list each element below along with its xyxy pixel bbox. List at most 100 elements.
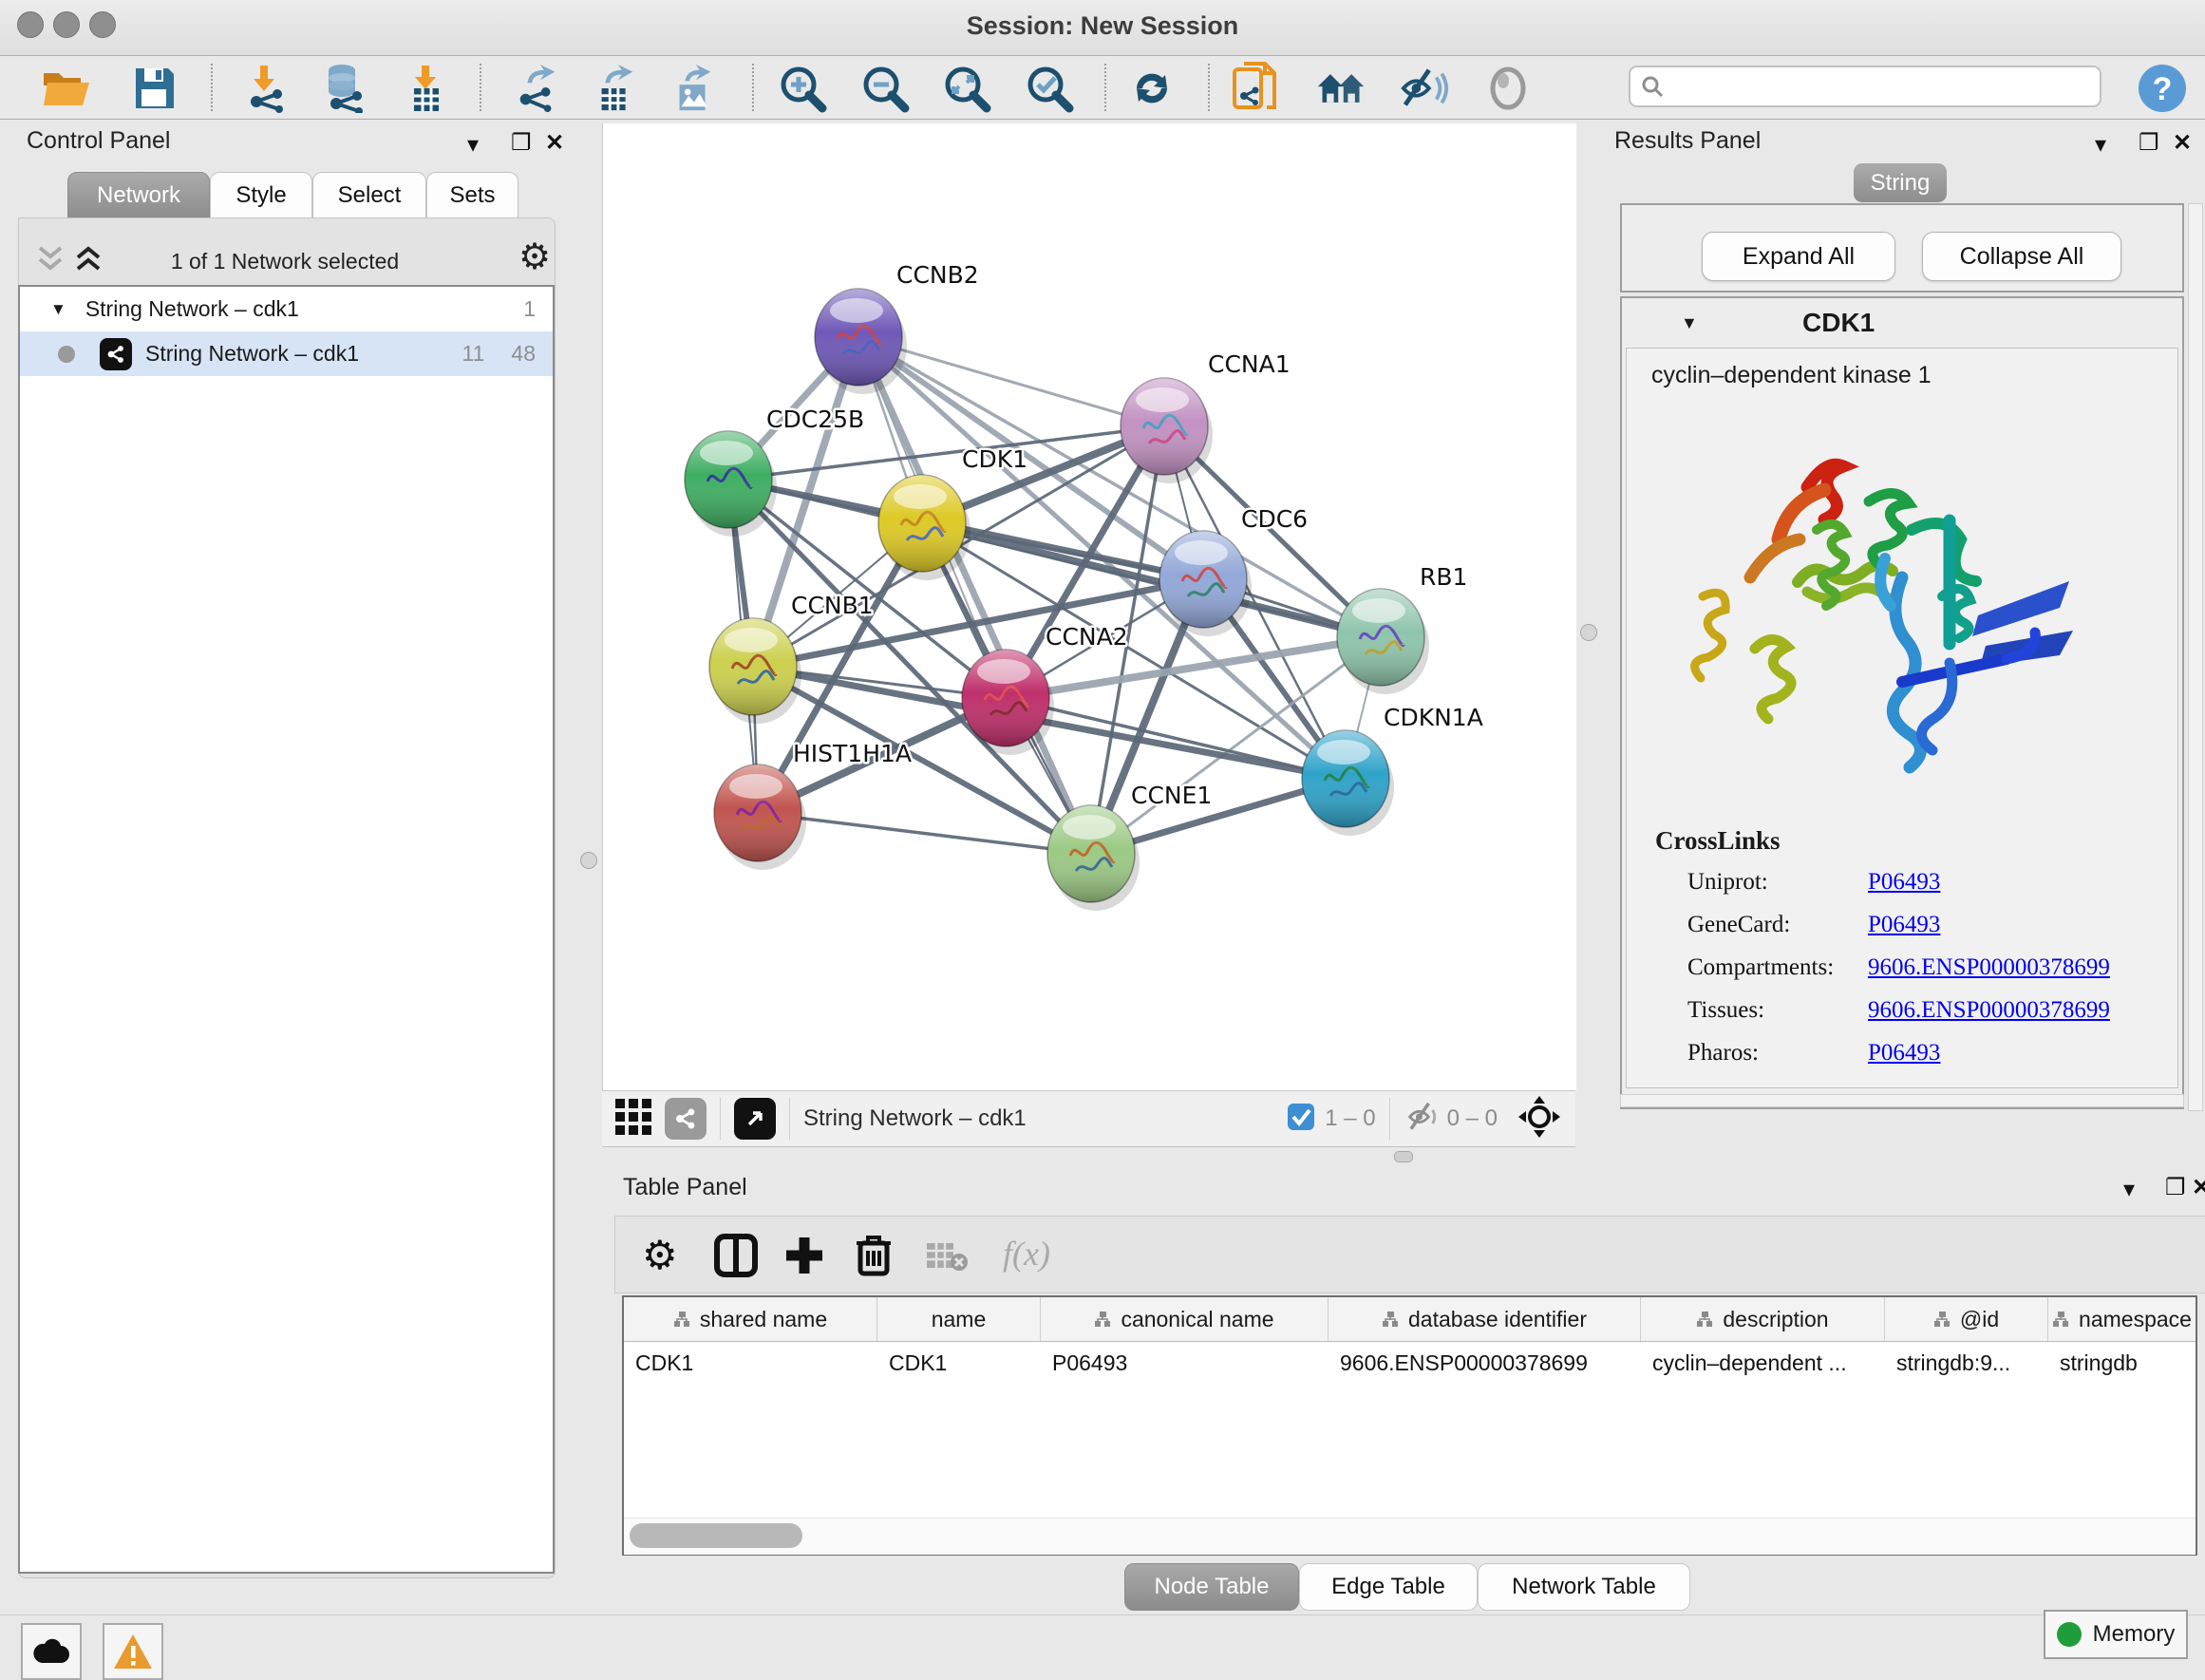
open-folder-icon[interactable]: [42, 65, 91, 112]
add-column-icon[interactable]: [782, 1234, 826, 1282]
collapse-all-networks-icon[interactable]: [34, 242, 66, 281]
column-header[interactable]: namespace: [2048, 1297, 2196, 1341]
crosslink-row: Tissues: 9606.ENSP00000378699: [1687, 997, 2177, 1024]
table-panel-float-icon[interactable]: ❐: [2165, 1174, 2186, 1201]
export-table-icon[interactable]: [591, 65, 640, 112]
results-panel-close-icon[interactable]: ✕: [2173, 129, 2192, 157]
function-builder-icon[interactable]: f(x): [1003, 1234, 1050, 1274]
crosslink-value-link[interactable]: 9606.ENSP00000378699: [1868, 954, 2110, 981]
entry-description: cyclin–dependent kinase 1: [1651, 362, 2177, 389]
results-panel-menu-icon[interactable]: ▾: [2095, 131, 2106, 159]
tab-sets[interactable]: Sets: [426, 172, 518, 218]
show-columns-icon[interactable]: [714, 1234, 758, 1282]
string-document-icon[interactable]: [1231, 65, 1280, 112]
toolbar-separator: [211, 64, 213, 111]
tab-select[interactable]: Select: [312, 172, 426, 218]
table-panel-menu-icon[interactable]: ▾: [2123, 1176, 2135, 1203]
cloud-status-button[interactable]: [21, 1623, 82, 1680]
entry-name: CDK1: [1802, 308, 1875, 338]
expand-all-button[interactable]: Expand All: [1702, 232, 1895, 281]
toolbar-separator: [480, 64, 481, 111]
column-header[interactable]: database identifier: [1329, 1297, 1641, 1341]
save-icon[interactable]: [129, 65, 179, 112]
column-header[interactable]: @id: [1885, 1297, 2048, 1341]
collection-caret-icon[interactable]: ▼: [50, 300, 66, 319]
protein-structure-image: [1665, 397, 2139, 805]
table-horizontal-scrollbar[interactable]: [624, 1518, 2196, 1555]
selected-checkbox-icon[interactable]: [1287, 1103, 1315, 1136]
control-panel-menu-icon[interactable]: ▾: [467, 131, 479, 159]
cloud-icon: [32, 1638, 70, 1665]
node-label-CCNB2: CCNB2: [896, 261, 979, 289]
import-table-icon[interactable]: [401, 65, 450, 112]
tab-style[interactable]: Style: [210, 172, 312, 218]
tab-network[interactable]: Network: [67, 172, 210, 218]
network-collection-row[interactable]: ▼ String Network – cdk1 1: [20, 287, 553, 331]
birds-eye-icon[interactable]: [1518, 1096, 1560, 1142]
column-header[interactable]: name: [877, 1297, 1041, 1341]
network-row-selected[interactable]: String Network – cdk1 11 48: [20, 331, 553, 376]
left-splitter-handle[interactable]: [580, 852, 597, 869]
crosslink-value-link[interactable]: P06493: [1868, 1040, 1940, 1067]
warnings-button[interactable]: [103, 1623, 163, 1680]
crosslink-value-link[interactable]: 9606.ENSP00000378699: [1868, 997, 2110, 1024]
hidden-eye-icon[interactable]: [1404, 1101, 1442, 1138]
tab-string[interactable]: String: [1854, 163, 1947, 202]
search-input[interactable]: [1629, 66, 2101, 107]
expand-all-networks-icon[interactable]: [72, 242, 104, 281]
node-label-CCNB1: CCNB1: [791, 592, 874, 619]
tab-edge-table[interactable]: Edge Table: [1299, 1563, 1478, 1611]
column-header[interactable]: description: [1641, 1297, 1885, 1341]
network-options-gear-icon[interactable]: ⚙: [518, 236, 551, 278]
crosslinks-heading: CrossLinks: [1655, 826, 2177, 856]
refresh-icon[interactable]: [1127, 65, 1177, 112]
zoom-out-icon[interactable]: [860, 65, 910, 112]
crosslink-value-link[interactable]: P06493: [1868, 912, 1940, 938]
control-panel-float-icon[interactable]: ❐: [511, 129, 532, 157]
results-horizontal-scrollbar[interactable]: [1620, 1094, 2184, 1107]
help-icon[interactable]: ?: [2138, 65, 2187, 112]
warning-icon: [112, 1633, 154, 1671]
zoom-in-icon[interactable]: [778, 65, 827, 112]
table-gear-icon[interactable]: ⚙: [642, 1232, 678, 1278]
right-splitter-handle[interactable]: [1580, 624, 1597, 641]
table-row[interactable]: CDK1 CDK1 P06493 9606.ENSP00000378699 cy…: [624, 1342, 2196, 1386]
network-canvas[interactable]: CCNB2CCNA1CDC25BCDK1CDC6RB1CCNB1CCNA2CDK…: [602, 123, 1576, 1090]
table-panel-close-icon[interactable]: ✕: [2192, 1174, 2205, 1201]
tab-network-table[interactable]: Network Table: [1478, 1563, 1690, 1611]
results-scrollbar[interactable]: [2188, 203, 2203, 1111]
tab-node-table[interactable]: Node Table: [1124, 1563, 1299, 1611]
zoom-fit-icon[interactable]: [942, 65, 991, 112]
horizontal-splitter-grip[interactable]: [1394, 1151, 1413, 1162]
status-bar: Memory: [0, 1614, 2205, 1667]
export-network-icon[interactable]: [513, 65, 562, 112]
grid-view-icon[interactable]: [615, 1099, 651, 1140]
home-icon[interactable]: [1316, 65, 1366, 112]
import-network-database-icon[interactable]: [319, 65, 368, 112]
collapse-all-button[interactable]: Collapse All: [1922, 232, 2121, 281]
control-panel-close-icon[interactable]: ✕: [545, 129, 564, 157]
results-panel-float-icon[interactable]: ❐: [2139, 129, 2159, 157]
scrollbar-thumb[interactable]: [630, 1523, 802, 1548]
delete-column-trash-icon[interactable]: [853, 1232, 895, 1282]
export-image-icon[interactable]: [669, 65, 718, 112]
node-label-HIST1H1A: HIST1H1A: [793, 740, 912, 767]
entry-caret-icon[interactable]: ▼: [1681, 313, 1698, 333]
memory-button[interactable]: Memory: [2044, 1610, 2188, 1659]
column-header[interactable]: shared name: [624, 1297, 877, 1341]
search-icon: [1640, 74, 1665, 99]
column-header[interactable]: canonical name: [1041, 1297, 1329, 1341]
show-all-eye-icon[interactable]: [1483, 65, 1533, 112]
delete-table-icon[interactable]: [925, 1241, 969, 1278]
hide-selected-eye-icon[interactable]: [1400, 65, 1449, 112]
table-header-row: shared name name canonical name database…: [624, 1297, 2196, 1342]
string-view-icon[interactable]: [665, 1098, 707, 1140]
hidden-count: 0 – 0: [1447, 1105, 1498, 1132]
crosslink-value-link[interactable]: P06493: [1868, 869, 1940, 896]
open-in-window-icon[interactable]: [734, 1098, 776, 1140]
network-edge[interactable]: [758, 813, 1091, 854]
network-edge[interactable]: [858, 337, 1091, 854]
network-node-count: 11: [462, 341, 485, 367]
zoom-selected-icon[interactable]: [1025, 65, 1074, 112]
import-network-icon[interactable]: [241, 65, 291, 112]
